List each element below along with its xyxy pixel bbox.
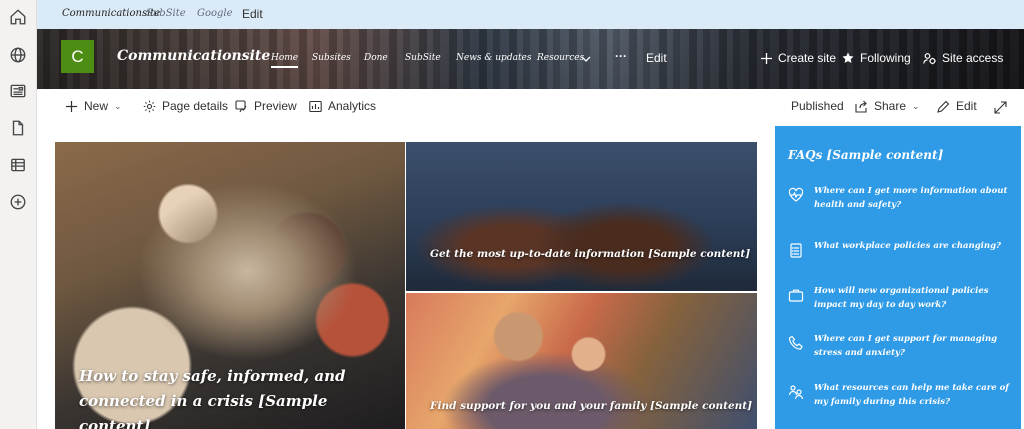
faq-title: FAQs [Sample content] [788, 148, 944, 162]
nav-item-subsites[interactable]: Subsites [312, 53, 351, 63]
list-icon[interactable] [9, 156, 27, 174]
hub-link-subsite[interactable]: SubSite [146, 8, 186, 19]
faq-item-family-resources[interactable]: What resources can help me take care of … [788, 381, 1013, 409]
globe-icon[interactable] [9, 46, 27, 64]
share-icon [855, 100, 867, 113]
preview-label: Preview [254, 99, 297, 113]
following-button[interactable]: Following [842, 51, 911, 65]
analytics-label: Analytics [328, 99, 377, 113]
hub-link-google[interactable]: Google [197, 8, 233, 19]
following-label: Following [860, 51, 911, 65]
nav-item-resources[interactable]: Resources [537, 53, 584, 63]
plus-icon [761, 52, 772, 64]
published-status: Published [791, 99, 844, 113]
faq-item-organizational-policies[interactable]: How will new organizational policies imp… [788, 284, 1013, 312]
analytics-icon [309, 100, 322, 112]
tile-caption: How to stay safe, informed, and connecte… [79, 367, 346, 429]
nav-item-news-updates[interactable]: News & updates [456, 53, 532, 63]
hero-tile-up-to-date[interactable]: Get the most up-to-date information [Sam… [406, 142, 757, 291]
tile-caption: Get the most up-to-date information [Sam… [430, 248, 751, 260]
add-icon[interactable] [9, 193, 27, 211]
gear-icon [143, 100, 156, 112]
nav-item-done[interactable]: Done [364, 53, 388, 63]
document-icon[interactable] [9, 119, 27, 137]
app-rail [0, 0, 37, 429]
site-access-button[interactable]: Site access [923, 51, 1003, 65]
people-settings-icon [923, 52, 936, 64]
edit-button[interactable]: Edit [937, 99, 977, 113]
site-header: C Communicationsite Home Subsites Done S… [37, 29, 1024, 89]
faq-item-text: What workplace policies are changing? [814, 241, 1001, 251]
edit-label: Edit [956, 99, 977, 113]
share-button[interactable]: Share ⌄ [855, 99, 920, 113]
new-button[interactable]: New ⌄ [65, 99, 122, 113]
briefcase-icon [788, 289, 804, 302]
phone-icon [788, 335, 803, 350]
page-details-label: Page details [162, 99, 229, 113]
share-label: Share [874, 99, 907, 113]
home-icon[interactable] [9, 8, 27, 26]
people-icon [788, 385, 804, 400]
heartbeat-icon [788, 187, 804, 202]
page-details-button[interactable]: Page details [143, 99, 228, 113]
new-label: New [84, 99, 109, 113]
tile-caption: Find support for you and your family [Sa… [430, 400, 753, 412]
hub-edit-link[interactable]: Edit [242, 7, 263, 21]
more-nav-button[interactable]: ··· [615, 49, 627, 63]
chevron-down-icon: ⌄ [912, 100, 920, 111]
chevron-down-icon: ⌄ [114, 100, 122, 111]
faq-item-text: How will new organizational policies imp… [814, 286, 989, 310]
plus-icon [66, 100, 77, 112]
expand-icon[interactable] [994, 101, 1007, 114]
create-site-button[interactable]: Create site [761, 51, 836, 65]
faq-item-text: Where can I get support for managing str… [814, 334, 998, 358]
nav-item-subsite[interactable]: SubSite [405, 53, 441, 63]
site-logo[interactable]: C [61, 40, 94, 73]
faq-item-stress-anxiety[interactable]: Where can I get support for managing str… [788, 332, 1013, 360]
hero-tile-find-support[interactable]: Find support for you and your family [Sa… [406, 293, 757, 429]
preview-button[interactable]: Preview [235, 99, 297, 113]
faq-panel: FAQs [Sample content] Where can I get mo… [775, 126, 1021, 429]
pencil-icon [937, 100, 950, 113]
hero-tile-stay-safe[interactable]: How to stay safe, informed, and connecte… [55, 142, 405, 429]
page-command-bar: New ⌄ Page details Preview Analytics Pub… [37, 89, 1024, 125]
news-icon[interactable] [9, 82, 27, 100]
faq-item-text: What resources can help me take care of … [814, 383, 1009, 407]
nav-edit-link[interactable]: Edit [646, 51, 667, 65]
clipboard-list-icon [790, 243, 802, 258]
faq-item-text: Where can I get more information about h… [814, 186, 1008, 210]
create-site-label: Create site [778, 51, 837, 65]
preview-icon [235, 99, 247, 112]
site-title[interactable]: Communicationsite [117, 48, 270, 64]
site-access-label: Site access [942, 51, 1004, 65]
nav-item-home[interactable]: Home [271, 53, 299, 68]
faq-item-health-safety[interactable]: Where can I get more information about h… [788, 184, 1013, 212]
faq-item-workplace-policies[interactable]: What workplace policies are changing? [788, 239, 1013, 258]
analytics-button[interactable]: Analytics [309, 99, 376, 113]
hub-navigation-bar: Communicationsite SubSite Google Edit [37, 0, 1024, 29]
chevron-down-icon[interactable] [581, 54, 591, 64]
star-icon [842, 52, 854, 63]
